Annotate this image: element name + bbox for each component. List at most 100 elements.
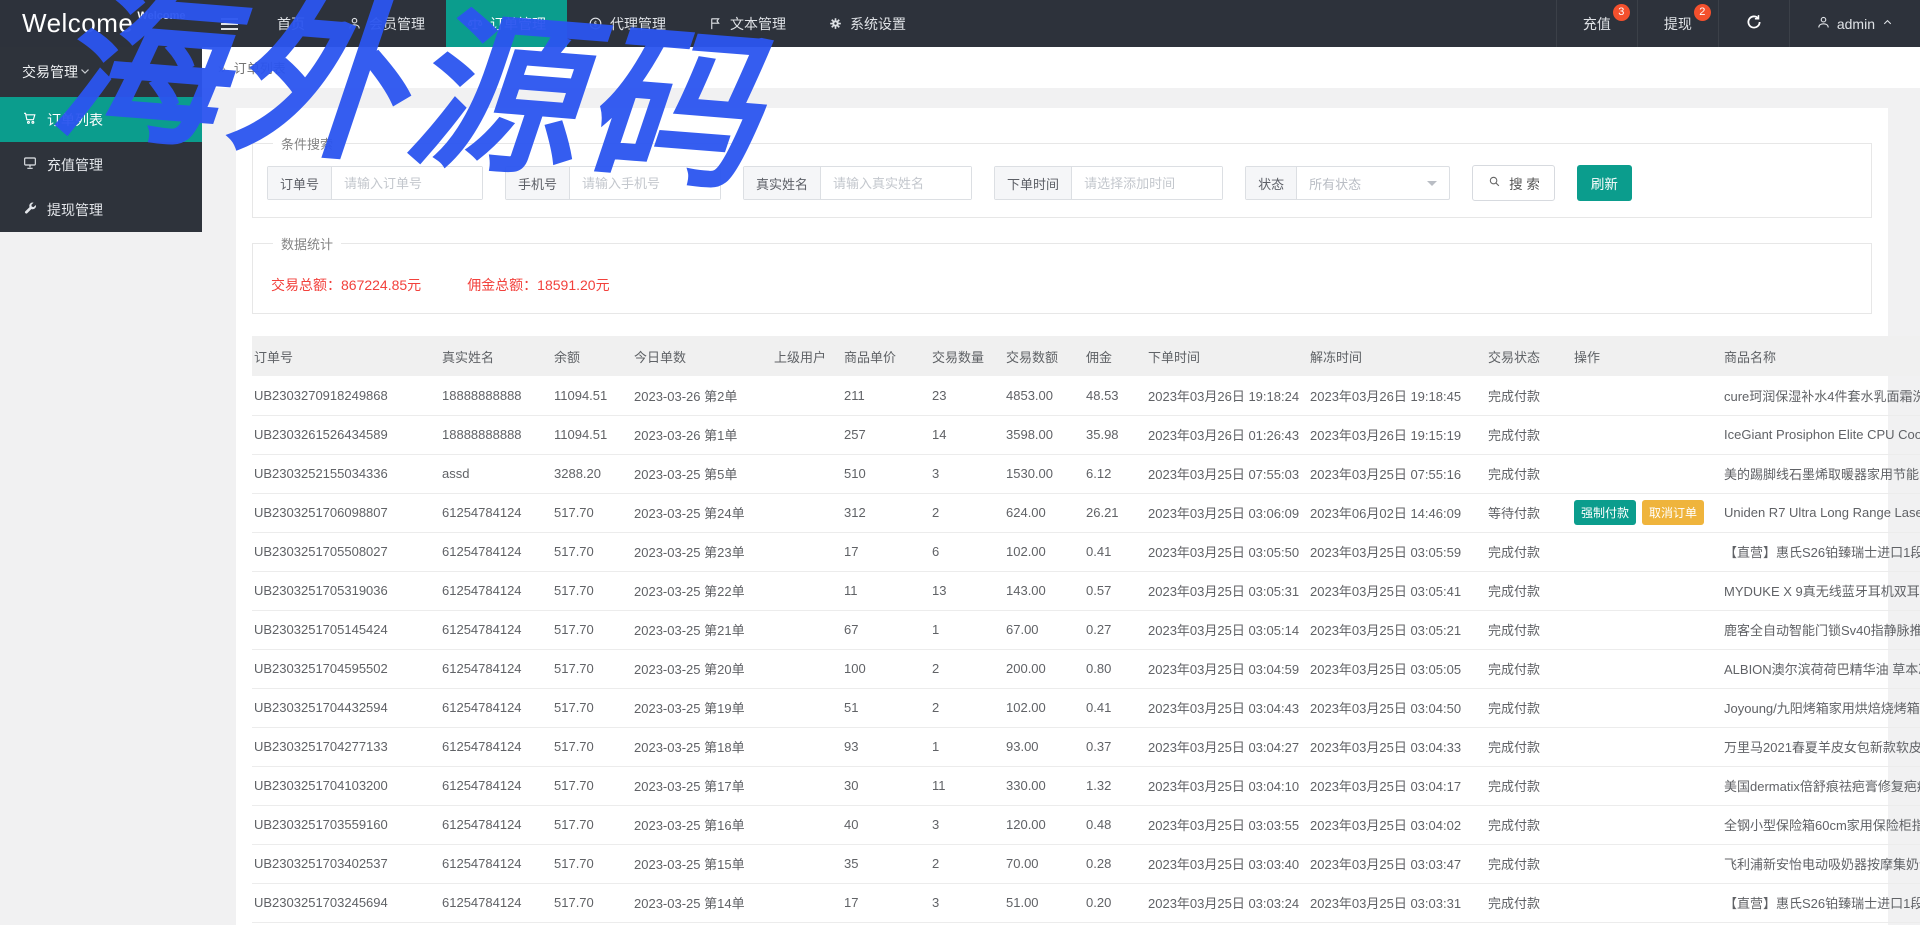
refresh-button[interactable] bbox=[1718, 0, 1789, 47]
cell-commission: 6.12 bbox=[1084, 454, 1146, 493]
status-filter: 状态 所有状态 bbox=[1245, 166, 1450, 200]
cell-order-no: UB2303251703402537 bbox=[252, 844, 440, 883]
cell-price: 35 bbox=[842, 844, 930, 883]
cell-status: 完成付款 bbox=[1486, 376, 1572, 415]
cell-name: assd bbox=[440, 454, 552, 493]
cell-commission: 35.98 bbox=[1084, 415, 1146, 454]
order-time-input[interactable] bbox=[1072, 167, 1222, 199]
cell-order-no: UB2303251703559160 bbox=[252, 805, 440, 844]
cell-product: cure珂润保湿补水4件套水乳面霜洗面奶敏 bbox=[1722, 376, 1920, 415]
cell-name: 61254784124 bbox=[440, 571, 552, 610]
cell-price: 312 bbox=[842, 493, 930, 532]
cell-today: 2023-03-25 第18单 bbox=[632, 727, 772, 766]
column-header: 下单时间 bbox=[1146, 336, 1308, 376]
nav-label: 首页 bbox=[277, 14, 305, 34]
breadcrumb-current: 订单列表 bbox=[234, 58, 286, 77]
cell-balance: 517.70 bbox=[552, 610, 632, 649]
cell-balance: 11094.51 bbox=[552, 376, 632, 415]
column-header: 订单号 bbox=[252, 336, 440, 376]
nav-item-orders[interactable]: 订单管理 bbox=[446, 0, 567, 47]
order-no-label: 订单号 bbox=[268, 167, 332, 199]
terminal-icon bbox=[22, 155, 38, 174]
cell-price: 40 bbox=[842, 805, 930, 844]
sidebar-group-label: 交易管理 bbox=[22, 62, 78, 82]
cell-order-time: 2023年03月25日 03:06:09 bbox=[1146, 493, 1308, 532]
real-name-input[interactable] bbox=[821, 167, 971, 199]
cell-balance: 3288.20 bbox=[552, 454, 632, 493]
cell-price: 100 bbox=[842, 649, 930, 688]
cell-unfreeze-time: 2023年03月25日 03:03:47 bbox=[1308, 844, 1486, 883]
cell-unfreeze-time: 2023年03月25日 03:05:05 bbox=[1308, 649, 1486, 688]
cell-price: 211 bbox=[842, 376, 930, 415]
user-menu[interactable]: admin bbox=[1789, 0, 1920, 47]
cell-order-no: UB2303251704432594 bbox=[252, 688, 440, 727]
table-row: UB230325170531903661254784124517.702023-… bbox=[252, 571, 1920, 610]
sidebar-group-trade[interactable]: 交易管理 bbox=[0, 47, 202, 97]
cell-balance: 517.70 bbox=[552, 571, 632, 610]
cell-status: 完成付款 bbox=[1486, 844, 1572, 883]
table-row: UB23032709182498681888888888811094.51202… bbox=[252, 376, 1920, 415]
breadcrumb-arrow: » bbox=[218, 60, 226, 76]
topbar-right: 充值 3 提现 2 admin bbox=[1556, 0, 1920, 47]
cell-order-no: UB2303251704103200 bbox=[252, 766, 440, 805]
sidebar-item-order-list[interactable]: 订单列表 bbox=[0, 97, 202, 142]
person-icon bbox=[347, 16, 362, 31]
table-row: UB230325170340253761254784124517.702023-… bbox=[252, 844, 1920, 883]
cancel-order-button[interactable]: 取消订单 bbox=[1642, 500, 1704, 525]
cell-order-time: 2023年03月26日 01:26:43 bbox=[1146, 415, 1308, 454]
phone-input[interactable] bbox=[570, 167, 720, 199]
column-header: 商品单价 bbox=[842, 336, 930, 376]
nav-item-home[interactable]: 首页 bbox=[256, 0, 326, 47]
hamburger-menu-icon[interactable] bbox=[202, 0, 256, 47]
search-button[interactable]: 搜 索 bbox=[1472, 165, 1555, 201]
caret-down-icon bbox=[1427, 181, 1437, 191]
logo-text: Welcome bbox=[22, 8, 133, 39]
cell-actions bbox=[1572, 844, 1722, 883]
nav-item-settings[interactable]: 系统设置 bbox=[807, 0, 927, 47]
cell-amount: 120.00 bbox=[1004, 805, 1084, 844]
sidebar-item-withdraw[interactable]: 提现管理 bbox=[0, 187, 202, 232]
cell-name: 61254784124 bbox=[440, 688, 552, 727]
person-icon bbox=[1816, 15, 1831, 33]
cell-today: 2023-03-25 第5单 bbox=[632, 454, 772, 493]
nav-item-text[interactable]: 文本管理 bbox=[687, 0, 807, 47]
cell-qty: 13 bbox=[930, 571, 1004, 610]
column-header: 真实姓名 bbox=[440, 336, 552, 376]
cell-balance: 517.70 bbox=[552, 649, 632, 688]
nav-item-members[interactable]: 会员管理 bbox=[326, 0, 446, 47]
cell-name: 61254784124 bbox=[440, 610, 552, 649]
cell-amount: 102.00 bbox=[1004, 532, 1084, 571]
nav-item-agents[interactable]: $ 代理管理 bbox=[567, 0, 687, 47]
recharge-button[interactable]: 充值 3 bbox=[1556, 0, 1637, 47]
cell-product: 【直营】惠氏S26铂臻瑞士进口1段婴儿配 bbox=[1722, 532, 1920, 571]
cell-parent bbox=[772, 844, 842, 883]
withdraw-button[interactable]: 提现 2 bbox=[1637, 0, 1718, 47]
cell-actions bbox=[1572, 805, 1722, 844]
cell-today: 2023-03-25 第17单 bbox=[632, 766, 772, 805]
refresh-list-button[interactable]: 刷新 bbox=[1577, 165, 1632, 201]
cell-actions bbox=[1572, 649, 1722, 688]
cell-commission: 0.20 bbox=[1084, 883, 1146, 922]
cell-name: 18888888888 bbox=[440, 415, 552, 454]
cell-parent bbox=[772, 883, 842, 922]
main-navigation: 首页 会员管理 订单管理 $ 代理管理 文本管理 系统设置 bbox=[256, 0, 927, 47]
cell-unfreeze-time: 2023年03月26日 19:18:45 bbox=[1308, 376, 1486, 415]
table-row: UB230325170427713361254784124517.702023-… bbox=[252, 727, 1920, 766]
withdraw-badge: 2 bbox=[1694, 4, 1711, 21]
column-header: 今日单数 bbox=[632, 336, 772, 376]
cell-qty: 3 bbox=[930, 883, 1004, 922]
cell-balance: 517.70 bbox=[552, 493, 632, 532]
nav-label: 会员管理 bbox=[369, 14, 425, 34]
cell-commission: 0.48 bbox=[1084, 805, 1146, 844]
order-no-input[interactable] bbox=[332, 167, 482, 199]
nav-label: 系统设置 bbox=[850, 14, 906, 34]
column-header: 上级用户 bbox=[772, 336, 842, 376]
force-pay-button[interactable]: 强制付款 bbox=[1574, 500, 1636, 525]
status-select[interactable]: 所有状态 bbox=[1297, 167, 1449, 199]
chevron-up-icon bbox=[1881, 16, 1894, 32]
cell-status: 完成付款 bbox=[1486, 454, 1572, 493]
table-row: UB230325170410320061254784124517.702023-… bbox=[252, 766, 1920, 805]
sidebar-item-recharge[interactable]: 充值管理 bbox=[0, 142, 202, 187]
cell-status: 完成付款 bbox=[1486, 571, 1572, 610]
search-button-label: 搜 索 bbox=[1509, 173, 1540, 193]
